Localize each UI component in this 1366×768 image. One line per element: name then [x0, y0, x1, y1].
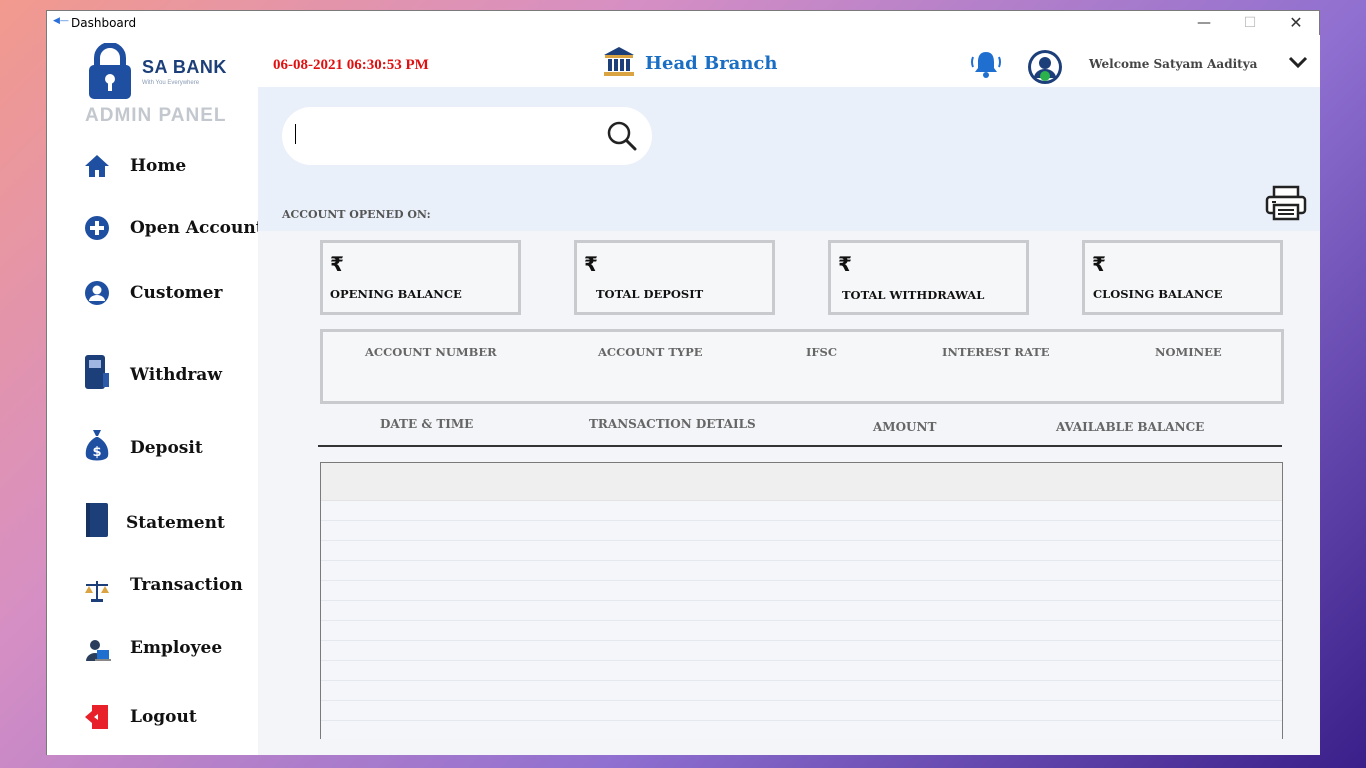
branch-indicator: Head Branch — [602, 45, 777, 81]
text-caret — [295, 124, 296, 144]
sidebar-item-label: Logout — [130, 707, 197, 727]
sidebar-item-label: Customer — [130, 283, 223, 303]
bank-building-icon — [604, 47, 634, 76]
sidebar-item-label: Home — [130, 156, 187, 176]
table-row — [321, 501, 1282, 521]
transaction-grid[interactable] — [320, 462, 1283, 739]
svg-text:$: $ — [92, 445, 101, 460]
transaction-header: DATE & TIME TRANSACTION DETAILS AMOUNT A… — [318, 409, 1282, 447]
minimize-button[interactable]: — — [1181, 11, 1227, 35]
maximize-button[interactable]: ☐ — [1227, 11, 1273, 35]
table-row — [321, 521, 1282, 541]
total-deposit-card: ₹ TOTAL DEPOSIT — [574, 240, 775, 315]
plus-circle-icon — [85, 216, 109, 240]
main-content: ACCOUNT OPENED ON: ₹ OPENING BALANCE ₹ T… — [258, 87, 1320, 755]
sidebar-item-open-account[interactable]: Open Account — [83, 212, 264, 246]
closing-balance-card: ₹ CLOSING BALANCE — [1082, 240, 1283, 315]
account-opened-label: ACCOUNT OPENED ON: — [282, 208, 431, 221]
sidebar-item-logout[interactable]: Logout — [83, 701, 253, 735]
rupee-symbol: ₹ — [330, 252, 344, 276]
app-icon: ◀— — [53, 16, 69, 26]
logout-icon — [85, 705, 108, 729]
sidebar-item-home[interactable]: Home — [83, 150, 253, 184]
close-button[interactable]: ✕ — [1273, 11, 1319, 35]
sidebar-item-employee[interactable]: Employee — [83, 632, 253, 666]
search-area: ACCOUNT OPENED ON: — [258, 87, 1320, 231]
money-bag-icon: $ — [85, 430, 109, 461]
date-time-header: DATE & TIME — [380, 417, 474, 431]
sidebar: SA BANK With You Everywhere ADMIN PANEL … — [47, 35, 264, 755]
table-row — [321, 601, 1282, 621]
sidebar-item-label: Employee — [130, 638, 223, 658]
available-balance-header: AVAILABLE BALANCE — [1056, 420, 1205, 434]
chevron-down-icon[interactable] — [1288, 55, 1308, 69]
table-row — [321, 721, 1282, 739]
window-title: Dashboard — [71, 16, 137, 30]
transaction-details-header: TRANSACTION DETAILS — [589, 417, 756, 431]
sidebar-item-customer[interactable]: Customer — [83, 277, 253, 311]
table-row — [321, 701, 1282, 721]
table-row — [321, 681, 1282, 701]
interest-rate-header: INTEREST RATE — [942, 345, 1050, 359]
sidebar-item-deposit[interactable]: $ Deposit — [83, 428, 253, 468]
printer-icon[interactable] — [1264, 185, 1308, 221]
table-row — [321, 541, 1282, 561]
total-withdrawal-card: ₹ TOTAL WITHDRAWAL — [828, 240, 1029, 315]
table-row — [321, 641, 1282, 661]
sidebar-item-label: Statement — [126, 513, 225, 533]
table-row — [321, 661, 1282, 681]
employee-icon — [86, 640, 111, 661]
brand-name: SA BANK — [142, 57, 227, 77]
amount-header: AMOUNT — [873, 420, 937, 434]
admin-panel-title: ADMIN PANEL — [85, 105, 227, 126]
card-label: TOTAL WITHDRAWAL — [842, 288, 985, 302]
rupee-symbol: ₹ — [838, 252, 852, 276]
app-window: ◀— Dashboard — ☐ ✕ SA BANK With You Ever… — [46, 10, 1320, 755]
rupee-symbol: ₹ — [1092, 252, 1106, 276]
search-box[interactable] — [282, 107, 652, 165]
notebook-icon — [86, 503, 108, 537]
account-type-header: ACCOUNT TYPE — [598, 345, 703, 359]
sidebar-item-label: Deposit — [130, 438, 203, 458]
card-label: OPENING BALANCE — [330, 287, 462, 301]
account-number-header: ACCOUNT NUMBER — [365, 345, 497, 359]
grid-header-row — [321, 463, 1282, 501]
search-input[interactable] — [300, 121, 590, 151]
notification-bell-icon[interactable] — [970, 49, 1002, 79]
sidebar-item-label: Open Account — [130, 218, 264, 238]
card-label: CLOSING BALANCE — [1093, 287, 1223, 301]
user-avatar-icon[interactable] — [1027, 49, 1063, 85]
account-info-box: ACCOUNT NUMBER ACCOUNT TYPE IFSC INTERES… — [320, 329, 1284, 404]
scale-icon — [85, 581, 109, 602]
brand-tagline: With You Everywhere — [142, 80, 200, 86]
bank-logo: SA BANK With You Everywhere — [87, 39, 227, 103]
sidebar-item-label: Transaction — [130, 575, 243, 595]
lock-icon — [89, 43, 131, 99]
title-bar: ◀— Dashboard — ☐ ✕ — [47, 11, 1319, 35]
sidebar-item-label: Withdraw — [130, 365, 222, 385]
sidebar-item-withdraw[interactable]: Withdraw — [83, 353, 253, 393]
table-row — [321, 561, 1282, 581]
sidebar-item-transaction[interactable]: Transaction — [83, 569, 253, 603]
welcome-user-text: Welcome Satyam Aaditya — [1089, 57, 1258, 71]
branch-name: Head Branch — [645, 53, 778, 74]
atm-icon — [85, 355, 109, 389]
card-label: TOTAL DEPOSIT — [596, 287, 704, 301]
search-icon[interactable] — [606, 120, 638, 152]
user-circle-icon — [85, 281, 109, 305]
sidebar-item-statement[interactable]: Statement — [83, 501, 253, 541]
top-header: 06-08-2021 06:30:53 PM Head Branch Welco… — [258, 35, 1320, 87]
table-row — [321, 581, 1282, 601]
table-row — [321, 621, 1282, 641]
home-icon — [85, 155, 109, 177]
nominee-header: NOMINEE — [1155, 345, 1222, 359]
ifsc-header: IFSC — [806, 345, 838, 359]
rupee-symbol: ₹ — [584, 252, 598, 276]
opening-balance-card: ₹ OPENING BALANCE — [320, 240, 521, 315]
current-datetime: 06-08-2021 06:30:53 PM — [273, 57, 429, 73]
